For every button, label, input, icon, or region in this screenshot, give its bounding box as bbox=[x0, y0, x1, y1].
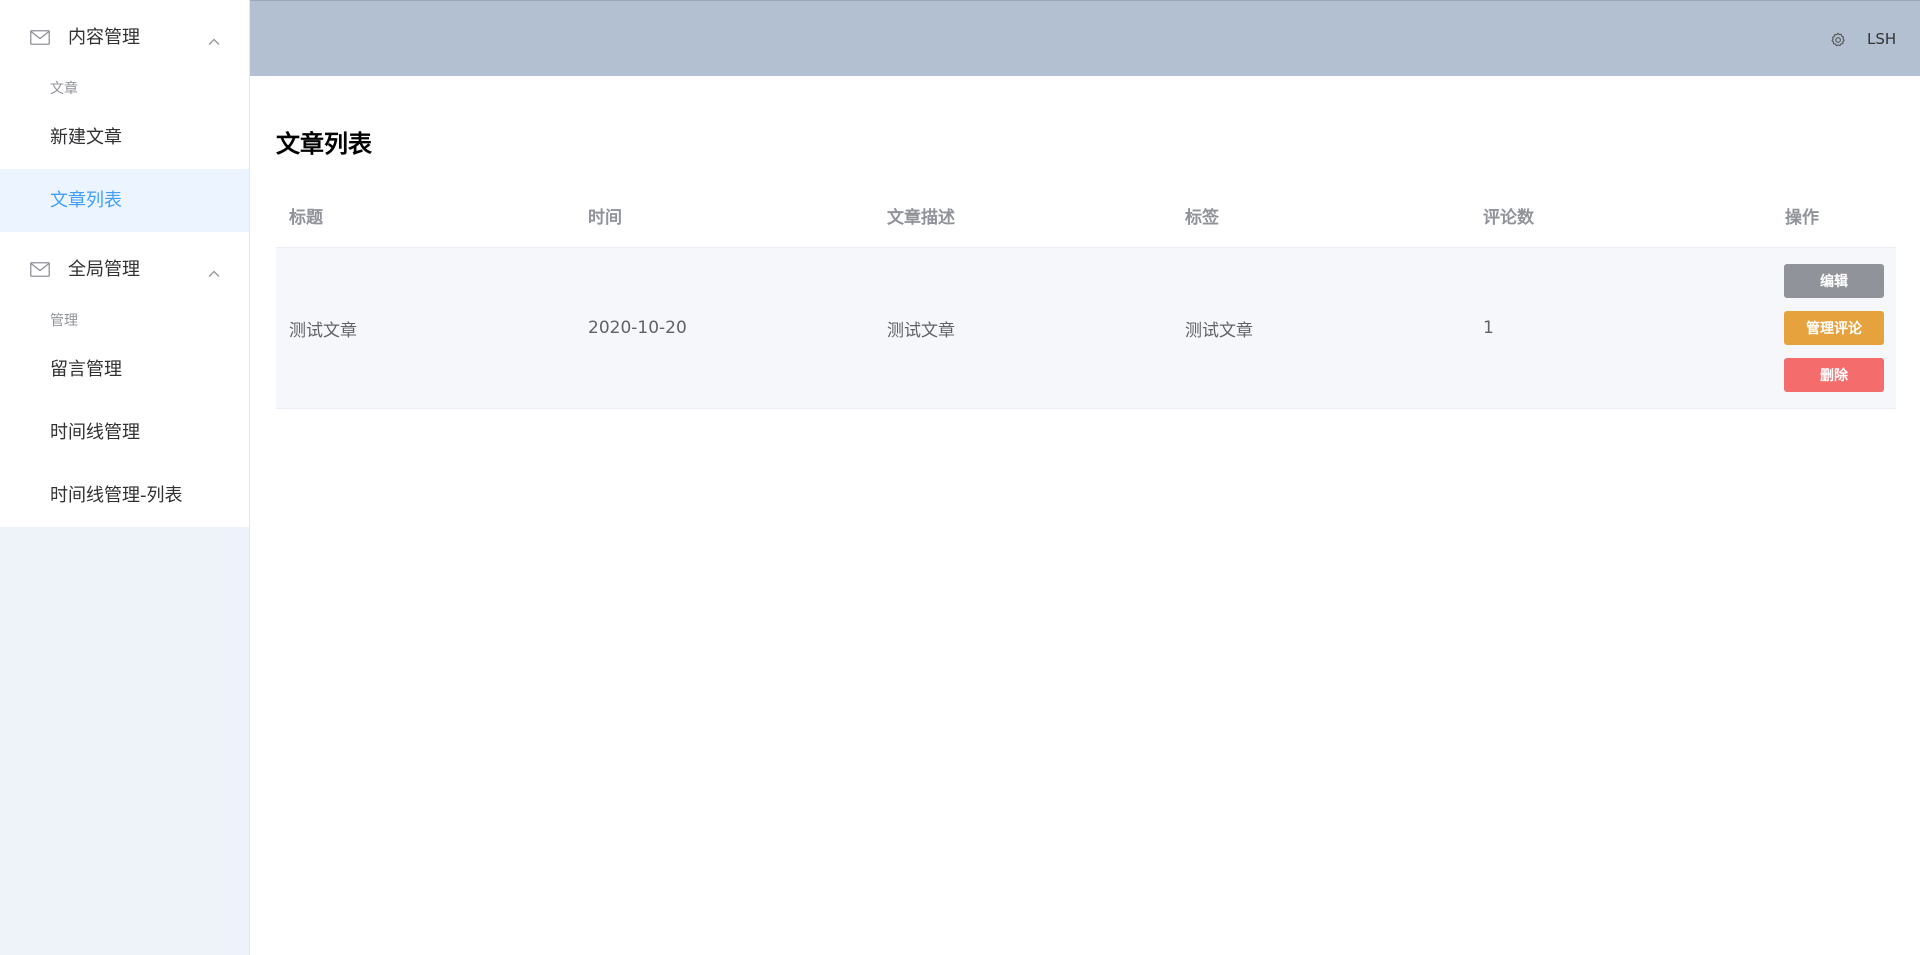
page-title: 文章列表 bbox=[276, 130, 372, 158]
submenu-global-management[interactable]: 全局管理 bbox=[0, 232, 249, 304]
cell-comments: 1 bbox=[1483, 318, 1494, 338]
sidebar-item-article-list[interactable]: 文章列表 bbox=[0, 169, 249, 232]
column-header-time: 时间 bbox=[588, 208, 622, 228]
menu-group-title: 管理 bbox=[50, 313, 78, 329]
cell-tag: 测试文章 bbox=[1185, 320, 1253, 341]
column-header-comments: 评论数 bbox=[1483, 208, 1534, 228]
delete-button[interactable]: 删除 bbox=[1784, 358, 1884, 392]
cell-time: 2020-10-20 bbox=[588, 318, 687, 338]
column-header-title: 标题 bbox=[289, 208, 323, 228]
table-row: 测试文章 2020-10-20 测试文章 测试文章 1 编辑 管理评论 删除 bbox=[276, 248, 1896, 409]
column-header-description: 文章描述 bbox=[887, 208, 955, 228]
menu-group-title: 文章 bbox=[50, 81, 78, 97]
mail-icon bbox=[30, 261, 50, 277]
manage-comments-button[interactable]: 管理评论 bbox=[1784, 311, 1884, 345]
article-table: 标题 时间 文章描述 标签 评论数 操作 测试文章 2020-10-20 测试文… bbox=[276, 184, 1896, 409]
sidebar-item-message-management[interactable]: 留言管理 bbox=[0, 338, 249, 401]
column-header-tag: 标签 bbox=[1185, 208, 1219, 228]
chevron-up-icon bbox=[207, 263, 221, 277]
cell-description: 测试文章 bbox=[887, 320, 955, 341]
gear-icon[interactable] bbox=[1830, 32, 1846, 48]
sidebar-item-timeline-list[interactable]: 时间线管理-列表 bbox=[0, 464, 249, 527]
main-content: 文章列表 标题 时间 文章描述 标签 评论数 操作 测试文章 2020-10-2… bbox=[250, 76, 1920, 955]
sidebar-item-new-article[interactable]: 新建文章 bbox=[0, 106, 249, 169]
submenu-content-management[interactable]: 内容管理 bbox=[0, 0, 249, 72]
submenu-title-label: 内容管理 bbox=[68, 27, 140, 48]
column-header-actions: 操作 bbox=[1785, 208, 1819, 228]
sidebar-item-timeline-management[interactable]: 时间线管理 bbox=[0, 401, 249, 464]
cell-actions: 编辑 管理评论 删除 bbox=[1772, 264, 1896, 392]
mail-icon bbox=[30, 29, 50, 45]
sidebar: 内容管理 文章 新建文章 文章列表 全局管理 管理 留言管理 时间线管理 时间线… bbox=[0, 0, 250, 955]
chevron-up-icon bbox=[207, 31, 221, 45]
table-header: 标题 时间 文章描述 标签 评论数 操作 bbox=[276, 184, 1896, 248]
sidebar-menu: 内容管理 文章 新建文章 文章列表 全局管理 管理 留言管理 时间线管理 时间线… bbox=[0, 0, 249, 527]
submenu-title-label: 全局管理 bbox=[68, 259, 140, 280]
edit-button[interactable]: 编辑 bbox=[1784, 264, 1884, 298]
username-label[interactable]: LSH bbox=[1867, 30, 1896, 48]
cell-title: 测试文章 bbox=[289, 320, 357, 341]
top-header: LSH bbox=[250, 0, 1920, 76]
